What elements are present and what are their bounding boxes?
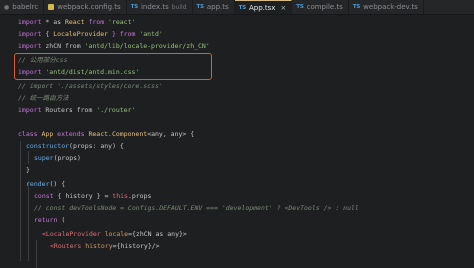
indent-guide [28,181,29,261]
keyword: import [18,42,42,50]
tab-label: compile.ts [306,3,343,11]
code-line: } [26,165,30,175]
code-text: <any, any> { [147,130,195,138]
code-text: (props) [53,154,81,162]
string-literal: 'antd' [139,30,163,38]
function-name: constructor [26,142,70,150]
highlight-annotation-box [14,53,212,80]
class-name: App [37,130,58,138]
jsx-attribute: locale [100,230,129,238]
code-line: import zhCN from 'antd/lib/locale-provid… [18,41,210,51]
comment: // const devToolsNode = Configs.DEFAULT.… [34,204,359,212]
code-line: import * as React from 'react' [18,17,135,27]
function-name: super [34,154,54,162]
keyword: const [34,192,54,200]
tab-label: babelrc [12,3,39,11]
tab-webpack-config[interactable]: webpack.config.ts [44,0,127,14]
tab-label: webpack.config.ts [57,3,121,11]
file-icon: ● [4,3,10,11]
code-text: { history } = [53,192,113,200]
code-line: constructor(props: any) { [26,141,124,151]
keyword: import [18,30,42,38]
code-text: zhCN from [41,42,85,50]
comment: // import './assets/styles/core.scss' [18,82,163,90]
code-line: class App extends React.Component<any, a… [18,129,194,139]
indent-guide [36,240,37,268]
code-line: // 统一路由方法 [18,93,69,103]
keyword: return [34,216,58,224]
code-line: const { history } = this.props [34,191,151,201]
tab-label: app.ts [206,3,229,11]
code-text: { [41,30,54,38]
code-text: ={zhCN as any}> [128,230,187,238]
tab-webpack-dev-ts[interactable]: TS webpack-dev.ts [349,0,424,14]
code-editor-window: ● babelrc webpack.config.ts TS index.ts … [0,0,474,268]
function-name: render [26,180,50,188]
jsx-tag: <Routers [50,242,82,250]
keyword: class [18,130,38,138]
code-line: super(props) [34,153,81,163]
keyword: import [18,106,42,114]
code-line: import Routers from './router' [18,105,135,115]
tab-bar: ● babelrc webpack.config.ts TS index.ts … [0,0,474,15]
code-line: import { LocaleProvider } from 'antd' [18,29,163,39]
string-literal: 'react' [108,18,136,26]
string-literal: './router' [96,106,136,114]
keyword: from [84,18,109,26]
close-icon[interactable]: × [280,4,286,12]
code-line: <LocaleProvider locale={zhCN as any}> [42,229,187,239]
code-text: } [26,166,30,174]
code-text: (props: any) { [69,142,124,150]
tab-babelrc[interactable]: ● babelrc [0,0,45,14]
code-text: () { [49,180,66,188]
code-text: ( [57,216,66,224]
this-keyword: this [112,192,128,200]
js-file-icon [48,4,55,10]
code-text: ={history}/> [112,242,160,250]
tab-index-ts[interactable]: TS index.ts build [127,0,193,14]
tab-compile-ts[interactable]: TS compile.ts [292,0,349,14]
code-text: Routers from [41,106,97,114]
tab-app-tsx[interactable]: TS App.tsx × [234,0,293,14]
identifier: LocaleProvider [53,30,109,38]
comment: // 统一路由方法 [18,94,69,102]
indent-guide [28,151,29,164]
ts-file-icon: TS [296,4,304,10]
code-line: <Routers history={history}/> [50,241,160,251]
tab-label: index.ts [140,3,169,11]
tab-label: App.tsx [248,3,276,12]
keyword: extends [57,130,85,138]
tab-label: webpack-dev.ts [363,3,418,11]
identifier: React.Component [84,130,148,138]
string-literal: 'antd/lib/locale-provider/zh_CN' [84,42,210,50]
tab-sublabel: build [171,3,187,11]
ts-file-icon: TS [238,4,247,11]
identifier: React [64,18,85,26]
jsx-tag: <LocaleProvider [42,230,101,238]
code-text: * as [41,18,65,26]
code-line: render() { [26,179,65,189]
code-line: return ( [34,215,65,225]
code-line: // const devToolsNode = Configs.DEFAULT.… [34,203,359,213]
keyword: import [18,18,42,26]
tab-app-ts[interactable]: TS app.ts [193,0,235,14]
code-area[interactable]: import * as React from 'react' import { … [0,15,474,268]
code-line: // import './assets/styles/core.scss' [18,81,163,91]
indent-guide [20,141,21,261]
ts-file-icon: TS [130,4,139,10]
ts-file-icon: TS [196,4,205,10]
keyword: } from [108,30,140,38]
jsx-attribute: history [81,242,113,250]
ts-file-icon: TS [352,4,361,10]
code-text: .props [127,192,152,200]
